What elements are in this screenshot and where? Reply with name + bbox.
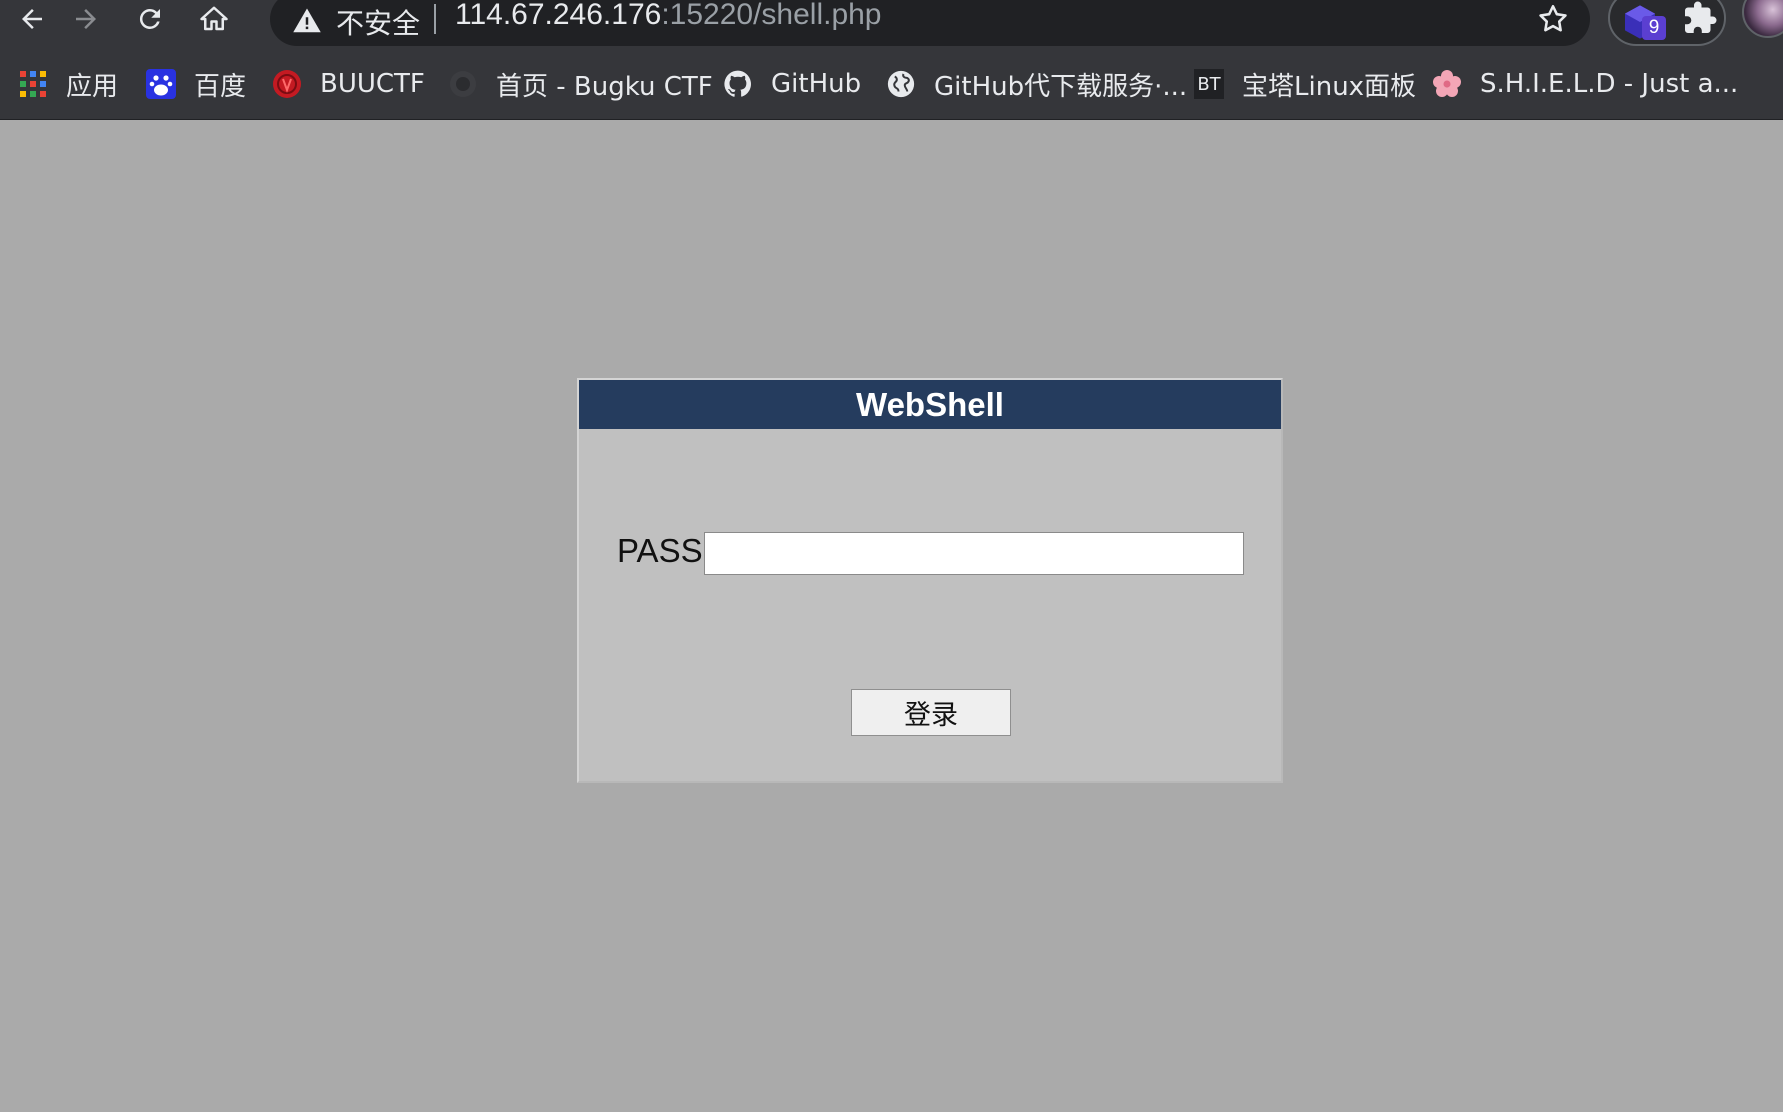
bookmark-shield[interactable]: S.H.I.E.L.D - Just a...: [1432, 48, 1738, 120]
url-path: :15220/shell.php: [661, 0, 882, 31]
bugku-icon: [448, 69, 478, 99]
arrow-left-icon: [22, 9, 42, 29]
buuctf-icon: [272, 69, 302, 99]
bookmark-bt-panel[interactable]: BT 宝塔Linux面板: [1194, 48, 1416, 120]
forward-button[interactable]: [64, 0, 108, 38]
bookmark-label: GitHub: [771, 69, 862, 99]
home-button[interactable]: [192, 0, 236, 38]
bookmark-label: 首页 - Bugku CTF: [496, 71, 713, 102]
browser-toolbar: 不安全 114.67.246.176:15220/shell.php 9: [0, 0, 1783, 48]
bookmark-github[interactable]: GitHub: [723, 48, 861, 120]
bookmark-label: 应用: [66, 71, 119, 102]
panel-title: WebShell: [579, 380, 1281, 429]
webshell-login-panel: WebShell PASS: 登录: [577, 378, 1283, 783]
github-icon: [723, 69, 753, 99]
bookmarks-bar: 应用 百度 BUUCTF 首页 - Bugku CTF GitHub GitHu…: [0, 48, 1783, 120]
bookmark-baidu[interactable]: 百度: [146, 48, 246, 120]
puzzle-icon[interactable]: [1682, 0, 1718, 36]
baidu-icon: [146, 69, 176, 99]
omnibox-divider: [434, 4, 436, 34]
back-button[interactable]: [10, 0, 54, 38]
reload-button[interactable]: [128, 0, 172, 38]
bookmark-star-icon[interactable]: [1536, 2, 1570, 36]
home-icon: [200, 6, 228, 31]
extensions-area: 9: [1608, 0, 1726, 46]
arrow-right-icon: [76, 9, 96, 29]
bookmark-label: GitHub代下载服务·...: [934, 71, 1188, 102]
reload-icon: [139, 8, 160, 29]
profile-avatar[interactable]: [1742, 0, 1783, 38]
flower-icon: [1432, 69, 1462, 99]
password-input[interactable]: [704, 532, 1244, 575]
bookmark-bugku[interactable]: 首页 - Bugku CTF: [448, 48, 713, 120]
bookmark-label: 宝塔Linux面板: [1242, 71, 1417, 102]
bookmark-label: BUUCTF: [320, 69, 425, 99]
apps-grid-icon: [18, 69, 48, 99]
bt-icon: BT: [1194, 69, 1224, 99]
pass-label: PASS:: [617, 532, 712, 569]
bookmark-label: 百度: [194, 71, 247, 102]
bookmark-github-download[interactable]: GitHub代下载服务·...: [886, 48, 1187, 120]
url-host: 114.67.246.176: [455, 0, 662, 31]
security-label[interactable]: 不安全: [336, 2, 420, 42]
bookmark-apps[interactable]: 应用: [18, 48, 118, 120]
url-text[interactable]: 114.67.246.176:15220/shell.php: [455, 0, 882, 32]
address-bar[interactable]: 不安全 114.67.246.176:15220/shell.php: [270, 0, 1590, 46]
extension-badge: 9: [1642, 16, 1666, 40]
bookmark-label: S.H.I.E.L.D - Just a...: [1480, 69, 1739, 99]
warning-icon: [293, 8, 321, 33]
login-button[interactable]: 登录: [851, 689, 1011, 736]
globe-icon: [886, 69, 916, 99]
bookmark-buuctf[interactable]: BUUCTF: [272, 48, 425, 120]
